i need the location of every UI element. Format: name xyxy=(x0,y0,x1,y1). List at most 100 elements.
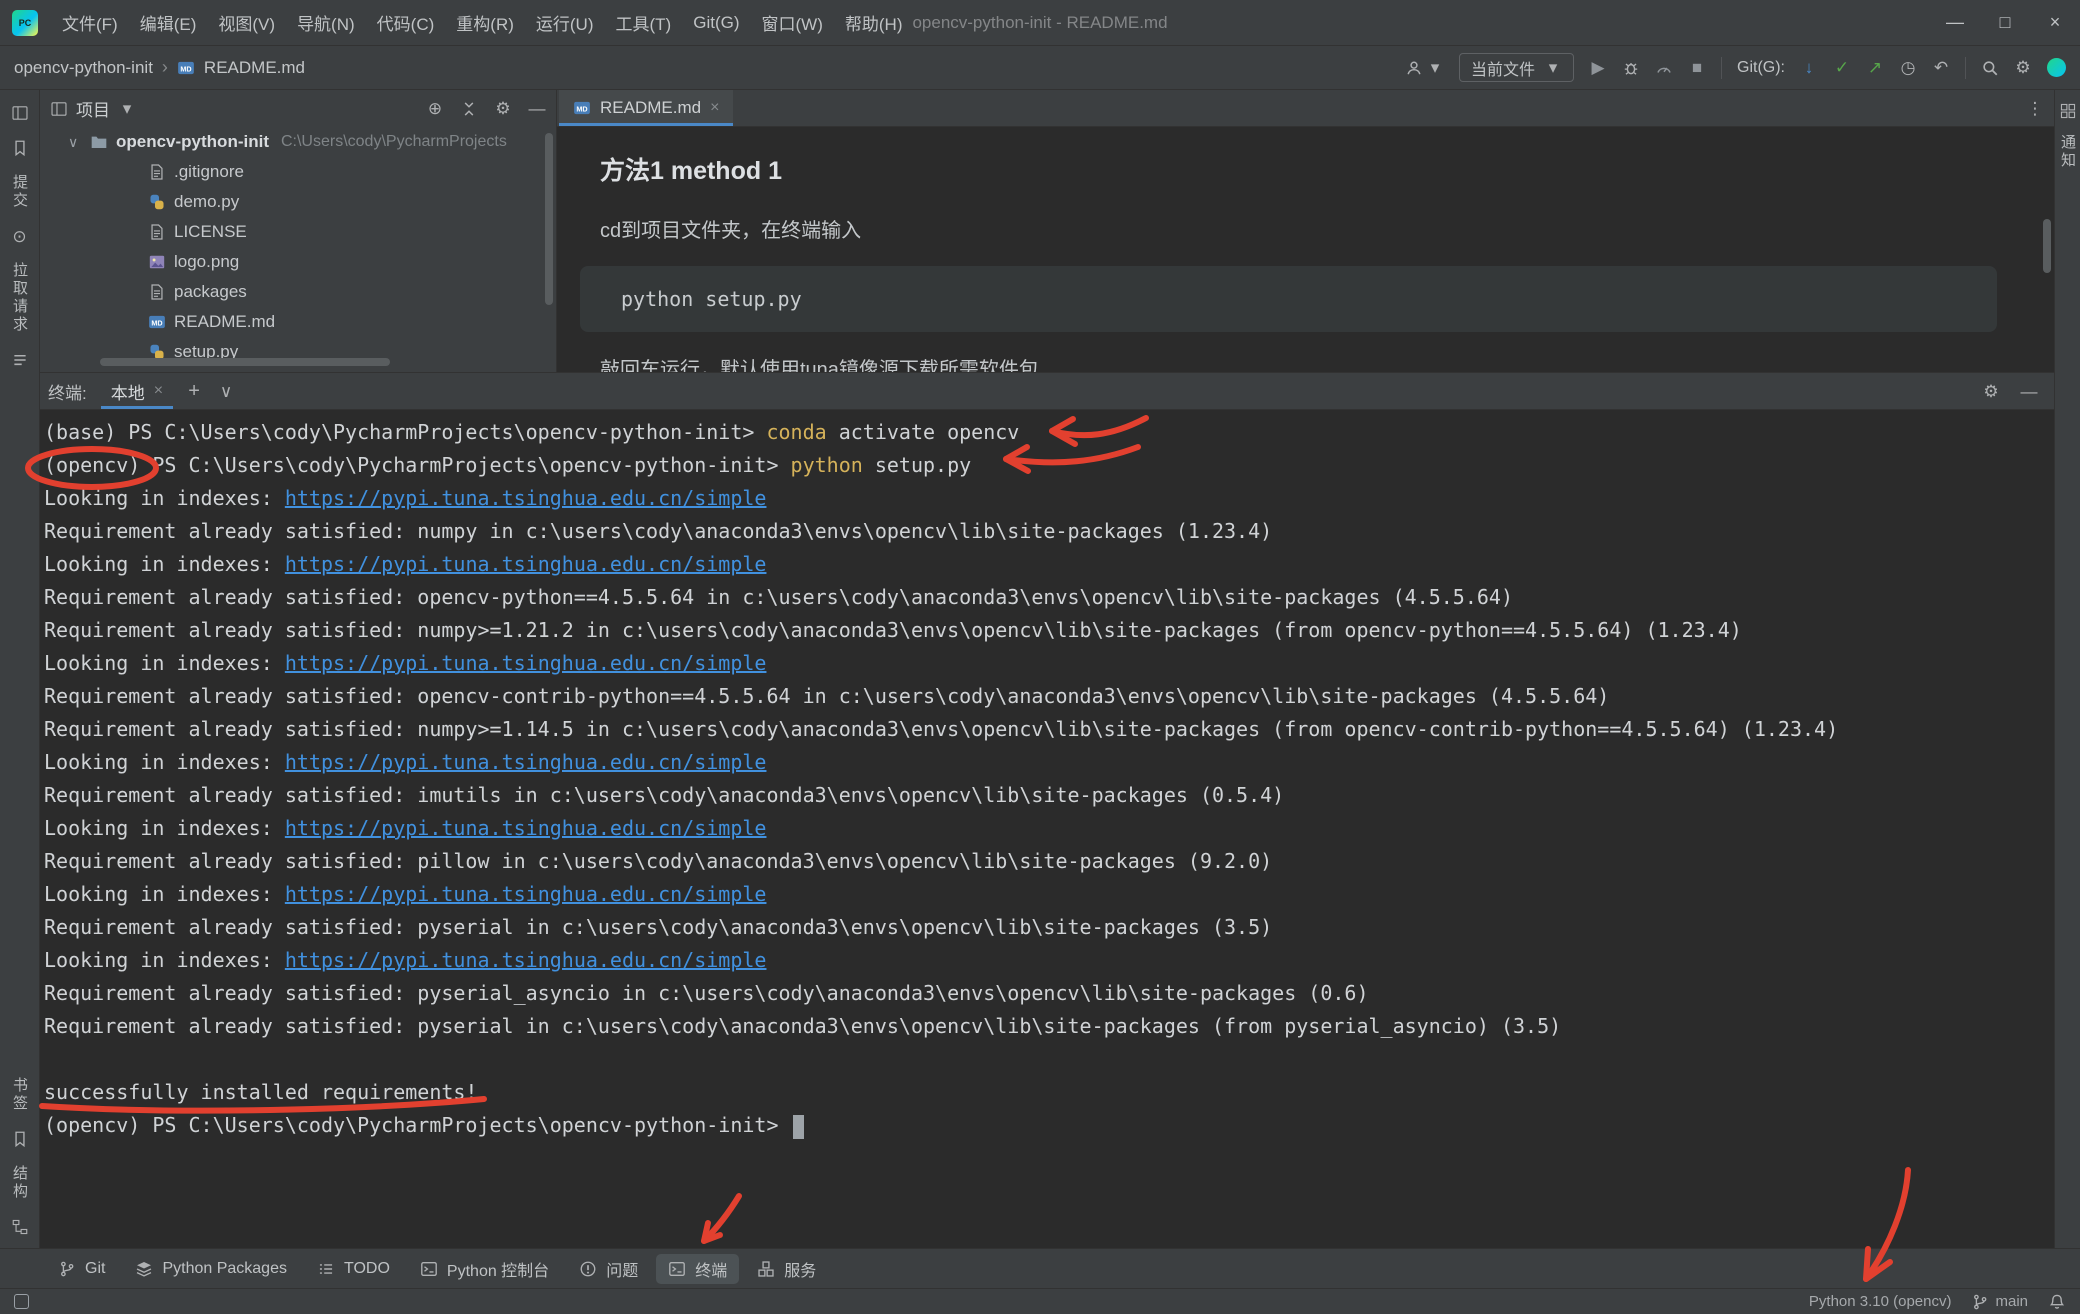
terminal-tab-local[interactable]: 本地 × xyxy=(99,373,175,409)
branch-icon xyxy=(1971,1293,1989,1311)
tree-item-logo.png[interactable]: logo.png xyxy=(40,247,556,277)
project-options-button[interactable]: ⚙ xyxy=(494,100,512,118)
python-interpreter-widget[interactable]: Python 3.10 (opencv) xyxy=(1809,1293,1952,1310)
debug-button[interactable] xyxy=(1622,59,1640,77)
collapse-all-button[interactable] xyxy=(460,100,478,118)
terminal-link[interactable]: https://pypi.tuna.tsinghua.edu.cn/simple xyxy=(285,486,767,510)
terminal-link[interactable]: https://pypi.tuna.tsinghua.edu.cn/simple xyxy=(285,750,767,774)
tool-button-terminal[interactable]: 终端 xyxy=(656,1254,739,1284)
close-tab-icon[interactable]: × xyxy=(710,99,719,117)
stripe-target-tool-icon[interactable]: ⊙ xyxy=(11,227,29,245)
bottom-toolbar-items: GitPython PackagesTODOPython 控制台问题终端服务 xyxy=(46,1254,828,1284)
menu-item[interactable]: 编辑(E) xyxy=(130,6,207,39)
git-update-button[interactable]: ↓ xyxy=(1800,59,1818,77)
menu-item[interactable]: 窗口(W) xyxy=(752,6,833,39)
locate-button[interactable]: ⊕ xyxy=(426,100,444,118)
tool-button-python-console[interactable]: Python 控制台 xyxy=(408,1254,561,1284)
terminal-link[interactable]: https://pypi.tuna.tsinghua.edu.cn/simple xyxy=(285,651,767,675)
tree-item-demo.py[interactable]: demo.py xyxy=(40,187,556,217)
search-everywhere-button[interactable] xyxy=(1981,59,1999,77)
new-terminal-icon[interactable]: + xyxy=(185,382,203,400)
close-tab-icon[interactable]: × xyxy=(154,382,163,400)
run-button[interactable]: ▶ xyxy=(1589,59,1607,77)
minimize-button[interactable]: — xyxy=(1930,0,1980,45)
window-controls: —□× xyxy=(1930,0,2080,45)
svg-text:MD: MD xyxy=(151,318,162,327)
stripe-bookmarks-icon-tool-icon[interactable] xyxy=(11,1130,29,1148)
breadcrumb-project[interactable]: opencv-python-init xyxy=(14,58,153,78)
terminal-link[interactable]: https://pypi.tuna.tsinghua.edu.cn/simple xyxy=(285,882,767,906)
stop-button[interactable]: ■ xyxy=(1688,59,1706,77)
tree-root[interactable]: ∨ opencv-python-init C:\Users\cody\Pycha… xyxy=(40,127,556,157)
menu-item[interactable]: Git(G) xyxy=(683,9,749,37)
stripe-pull-requests-tool[interactable]: 拉取请求 xyxy=(12,262,27,334)
menu-item[interactable]: 视图(V) xyxy=(208,6,285,39)
image-icon xyxy=(148,253,166,271)
editor-scrollbar[interactable] xyxy=(2043,219,2051,273)
maximize-button[interactable]: □ xyxy=(1980,0,2030,45)
terminal-link[interactable]: https://pypi.tuna.tsinghua.edu.cn/simple xyxy=(285,948,767,972)
packages-icon xyxy=(135,1260,153,1278)
menu-item[interactable]: 帮助(H) xyxy=(835,6,913,39)
expand-chevron-icon[interactable]: ∨ xyxy=(68,134,82,151)
tab-options-icon[interactable]: ⋮ xyxy=(2026,99,2044,117)
terminal-output[interactable]: (base) PS C:\Users\cody\PycharmProjects\… xyxy=(40,410,2054,1248)
rollback-button[interactable]: ↶ xyxy=(1932,59,1950,77)
menu-item[interactable]: 工具(T) xyxy=(606,6,682,39)
tool-button-git[interactable]: Git xyxy=(46,1254,117,1284)
terminal-link[interactable]: https://pypi.tuna.tsinghua.edu.cn/simple xyxy=(285,816,767,840)
hide-terminal-button[interactable]: — xyxy=(2020,382,2038,400)
git-push-button[interactable]: ↗ xyxy=(1866,59,1884,77)
profile-button[interactable] xyxy=(1655,59,1673,77)
tool-button-services[interactable]: 服务 xyxy=(745,1254,828,1284)
terminal-line: successfully installed requirements! xyxy=(44,1076,2054,1109)
layout-widget-icon[interactable] xyxy=(14,1294,29,1309)
tree-horizontal-scrollbar[interactable] xyxy=(100,358,390,366)
stripe-notifications-grid-icon[interactable] xyxy=(2059,102,2077,120)
tool-button-python-packages[interactable]: Python Packages xyxy=(123,1254,299,1284)
hide-project-button[interactable]: — xyxy=(528,100,546,118)
editor-tab-readme[interactable]: MD README.md × xyxy=(559,90,733,126)
menu-item[interactable]: 重构(R) xyxy=(446,6,524,39)
menu-item[interactable]: 运行(U) xyxy=(526,6,604,39)
stripe-notifications-tool[interactable]: 通知 xyxy=(2060,134,2075,170)
terminal-line: Requirement already satisfied: numpy>=1.… xyxy=(44,713,2054,746)
stripe-bookmarks-tool[interactable]: 书签 xyxy=(12,1077,27,1113)
settings-button[interactable]: ⚙ xyxy=(2014,59,2032,77)
user-menu[interactable]: ▾ xyxy=(1405,59,1444,77)
tree-vertical-scrollbar[interactable] xyxy=(545,133,553,305)
chevron-down-icon[interactable]: ∨ xyxy=(217,382,235,400)
tool-button-todo[interactable]: TODO xyxy=(305,1254,402,1284)
menu-item[interactable]: 文件(F) xyxy=(52,6,128,39)
terminal-text: Requirement already satisfied: opencv-py… xyxy=(44,585,1513,609)
stripe-list-tool-icon[interactable] xyxy=(11,351,29,369)
history-button[interactable]: ◷ xyxy=(1899,59,1917,77)
code-with-me-button[interactable] xyxy=(2047,58,2066,77)
terminal-text: Requirement already satisfied: imutils i… xyxy=(44,783,1284,807)
terminal-icon xyxy=(668,1260,686,1278)
stripe-structure-icon-tool-icon[interactable] xyxy=(11,1218,29,1236)
terminal-link[interactable]: https://pypi.tuna.tsinghua.edu.cn/simple xyxy=(285,552,767,576)
breadcrumb-file[interactable]: README.md xyxy=(204,58,305,78)
menu-item[interactable]: 导航(N) xyxy=(287,6,365,39)
stripe-structure-tool[interactable]: 结构 xyxy=(12,1165,27,1201)
stripe-bookmark-tool-icon[interactable] xyxy=(11,139,29,157)
tree-item-LICENSE[interactable]: LICENSE xyxy=(40,217,556,247)
project-tool-label[interactable]: 项目 xyxy=(76,96,110,121)
terminal-text: (base) PS C:\Users\cody\PycharmProjects\… xyxy=(44,420,766,444)
terminal-text: Requirement already satisfied: opencv-co… xyxy=(44,684,1609,708)
terminal-settings-button[interactable]: ⚙ xyxy=(1982,382,2000,400)
git-commit-button[interactable]: ✓ xyxy=(1833,59,1851,77)
tree-item-README.md[interactable]: MDREADME.md xyxy=(40,307,556,337)
run-config-selector[interactable]: 当前文件▾ xyxy=(1459,53,1574,82)
stripe-commit-tool[interactable]: 提交 xyxy=(12,174,27,210)
notifications-bell-icon[interactable] xyxy=(2048,1293,2066,1311)
chevron-down-icon[interactable]: ▾ xyxy=(118,100,136,118)
stripe-project-tool-icon[interactable] xyxy=(11,104,29,122)
tree-item-packages[interactable]: packages xyxy=(40,277,556,307)
close-button[interactable]: × xyxy=(2030,0,2080,45)
git-branch-widget[interactable]: main xyxy=(1971,1293,2028,1311)
tree-item-.gitignore[interactable]: .gitignore xyxy=(40,157,556,187)
tool-button-problems[interactable]: 问题 xyxy=(567,1254,650,1284)
menu-item[interactable]: 代码(C) xyxy=(367,6,445,39)
